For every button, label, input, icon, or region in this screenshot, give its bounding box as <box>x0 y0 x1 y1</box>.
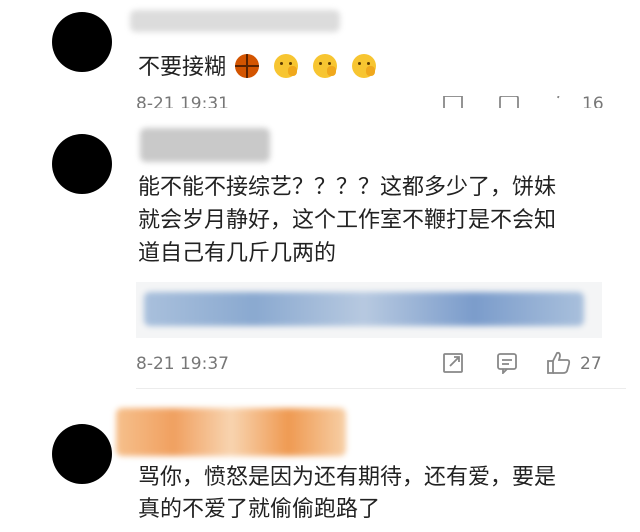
comment-text-line: 真的不爱了就偷偷跑路了 <box>138 497 381 522</box>
avatar[interactable] <box>52 134 112 194</box>
timestamp: 8-21 19:31 <box>136 96 229 108</box>
comment-text-line: 骂你，愤怒是因为还有期待，还有爱，要是 <box>138 465 557 490</box>
comment-text: 不要接糊 <box>138 52 377 84</box>
share-icon[interactable] <box>442 352 464 374</box>
avatar[interactable] <box>52 12 112 72</box>
like-icon[interactable] <box>546 350 572 376</box>
shush-face-icon <box>274 54 299 78</box>
comment-text-line: 道自己有几斤几两的 <box>138 241 337 266</box>
reply-redacted <box>144 292 584 326</box>
like-icon[interactable] <box>548 96 574 108</box>
comment-footer-clipped: 8-21 19:31 16 <box>130 96 640 108</box>
like-count: 27 <box>580 354 602 374</box>
shush-face-icon <box>313 54 338 78</box>
like-count: 16 <box>582 96 604 108</box>
divider <box>136 388 626 389</box>
comment-text-line: 能不能不接综艺？？？？这都多少了，饼妹 <box>138 175 557 200</box>
username-redacted <box>116 408 346 456</box>
comment-icon[interactable] <box>498 96 520 108</box>
username-redacted <box>140 128 270 162</box>
basketball-icon <box>235 54 260 78</box>
shush-face-icon <box>352 54 377 78</box>
share-icon[interactable] <box>442 96 464 108</box>
reply-preview[interactable] <box>136 282 602 338</box>
comment-text-line: 就会岁月静好，这个工作室不鞭打是不会知 <box>138 208 557 233</box>
timestamp: 8-21 19:37 <box>136 354 229 374</box>
comment-text-line: 不要接糊 <box>138 55 227 80</box>
avatar[interactable] <box>52 424 112 484</box>
comment-icon[interactable] <box>496 352 518 374</box>
username-redacted <box>130 10 340 32</box>
